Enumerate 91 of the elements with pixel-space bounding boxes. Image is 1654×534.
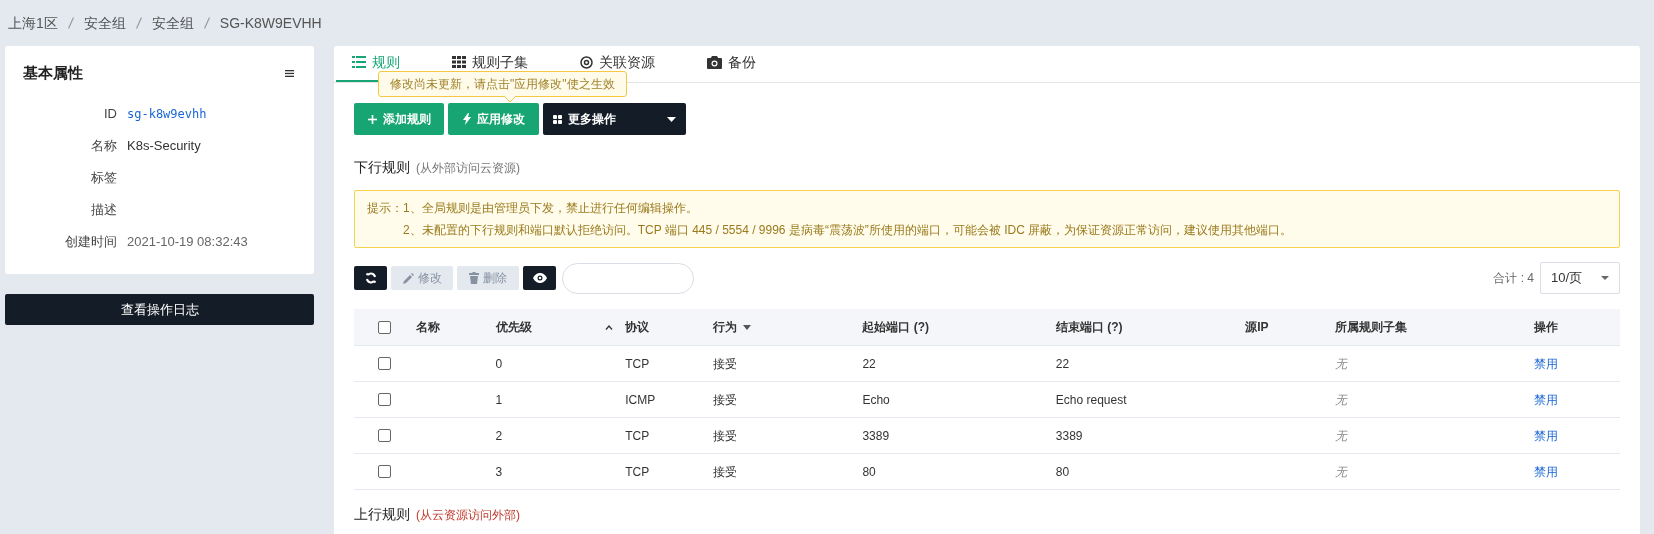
sort-icon[interactable]: [605, 324, 614, 330]
field-value: sg-k8w9evhh: [127, 106, 207, 123]
breadcrumb-link[interactable]: SG-K8W9EVHH: [219, 12, 322, 34]
field-label: 标签: [90, 169, 117, 188]
log-button[interactable]: 查看操作日志: [5, 294, 314, 325]
tab[interactable]: 备份: [691, 46, 772, 82]
table-cell: TCP: [625, 464, 650, 479]
table-cell: 3389: [862, 428, 890, 443]
disable-link[interactable]: 禁用: [1534, 392, 1559, 407]
disable-link[interactable]: 禁用: [1534, 428, 1559, 443]
pencil-icon: [402, 272, 414, 284]
checkbox[interactable]: [378, 357, 392, 370]
caret-icon: [667, 116, 676, 122]
table-cell: 22: [862, 356, 876, 371]
table-cell: TCP: [625, 356, 650, 371]
section-title: 下行规则: [354, 158, 410, 177]
section-subtitle: (从外部访问云资源): [416, 160, 520, 177]
breadcrumb-link[interactable]: 安全组: [83, 12, 126, 34]
view-button[interactable]: [523, 266, 556, 290]
refresh-button[interactable]: [354, 266, 387, 290]
target-icon: [580, 56, 593, 69]
table-cell: 无: [1334, 392, 1347, 407]
section-title: 上行规则: [354, 505, 410, 524]
table-cell: 1: [495, 392, 503, 407]
more-button[interactable]: 更多操作: [543, 103, 686, 135]
table-cell: 无: [1334, 428, 1347, 443]
checkbox[interactable]: [378, 429, 392, 442]
section-subtitle: (从云资源访问外部): [416, 507, 520, 524]
caret-icon: [1601, 276, 1609, 280]
column-header: 操作: [1534, 319, 1559, 336]
table-cell: 接受: [712, 392, 737, 407]
total-count: 合计 : 4: [1493, 270, 1534, 287]
table-cell: 无: [1334, 464, 1347, 479]
disable-link[interactable]: 禁用: [1534, 464, 1559, 479]
table-cell: 0: [495, 356, 503, 371]
notice-prefix: 提示：: [367, 200, 403, 217]
column-header: 所属规则子集: [1334, 319, 1407, 336]
search-field[interactable]: [562, 262, 694, 294]
column-header: 结束端口 (?): [1055, 319, 1123, 336]
slash-icon: [67, 17, 74, 29]
grid-icon: [553, 114, 562, 124]
column-header: 协议: [625, 319, 650, 336]
filter-icon[interactable]: [742, 324, 751, 330]
table-cell: 80: [862, 464, 876, 479]
table-cell: 3: [495, 464, 503, 479]
card-title: 基本属性: [23, 63, 83, 83]
field-value: K8s-Security: [127, 137, 201, 156]
eye-icon: [532, 273, 547, 283]
grid-icon: [452, 56, 466, 68]
table-cell: 3389: [1055, 428, 1083, 443]
checkbox[interactable]: [378, 393, 392, 406]
table-cell: ICMP: [625, 392, 656, 407]
table-cell: 接受: [712, 356, 737, 371]
field-label: 创建时间: [64, 233, 117, 252]
notice-text: 1、全局规则是由管理员下发，禁止进行任何编辑操作。: [403, 200, 699, 217]
table-cell: 22: [1055, 356, 1070, 371]
slash-icon: [203, 17, 210, 29]
column-header: 行为: [712, 319, 737, 336]
refresh-icon: [364, 272, 377, 284]
column-header: 优先级: [495, 319, 532, 336]
breadcrumb-link[interactable]: 安全组: [151, 12, 194, 34]
table-cell: 接受: [712, 428, 737, 443]
column-header: 名称: [415, 319, 440, 336]
table-cell: 80: [1055, 464, 1070, 479]
breadcrumb-link[interactable]: 上海1区: [8, 12, 58, 34]
menu-icon[interactable]: [285, 69, 294, 77]
camera-icon: [707, 56, 722, 69]
tooltip: 修改尚未更新，请点击"应用修改"使之生效: [378, 71, 627, 97]
page-size-select[interactable]: 10/页: [1540, 262, 1620, 294]
checkbox[interactable]: [378, 320, 392, 334]
table-cell: Echo: [862, 392, 890, 407]
disable-link[interactable]: 禁用: [1534, 356, 1559, 371]
column-header: 起始端口 (?): [862, 319, 930, 336]
list-icon: [352, 56, 366, 68]
tooltip-arrow: [504, 96, 516, 102]
checkbox[interactable]: [378, 465, 392, 478]
table-cell: Echo request: [1055, 392, 1127, 407]
lightning-icon: [462, 113, 471, 125]
field-value: 2021-10-19 08:32:43: [127, 233, 248, 252]
column-header: 源IP: [1245, 319, 1269, 336]
field-label: 名称: [90, 137, 117, 156]
trash-icon: [469, 272, 479, 284]
table-cell: TCP: [625, 428, 650, 443]
table-cell: 2: [495, 428, 503, 443]
table-cell: 无: [1334, 356, 1347, 371]
field-label: ID: [103, 105, 117, 124]
field-label: 描述: [90, 201, 117, 220]
plus-icon: [367, 114, 377, 124]
slash-icon: [135, 17, 142, 29]
notice-text: 2、未配置的下行规则和端口默认拒绝访问。TCP 端口 445 / 5554 / 9996 是病毒“震荡波”所使用的端口，可能会被 IDC 屏蔽，为保证资源正常访问，建议使用其他端口。: [403, 222, 1293, 239]
table-cell: 接受: [712, 464, 737, 479]
